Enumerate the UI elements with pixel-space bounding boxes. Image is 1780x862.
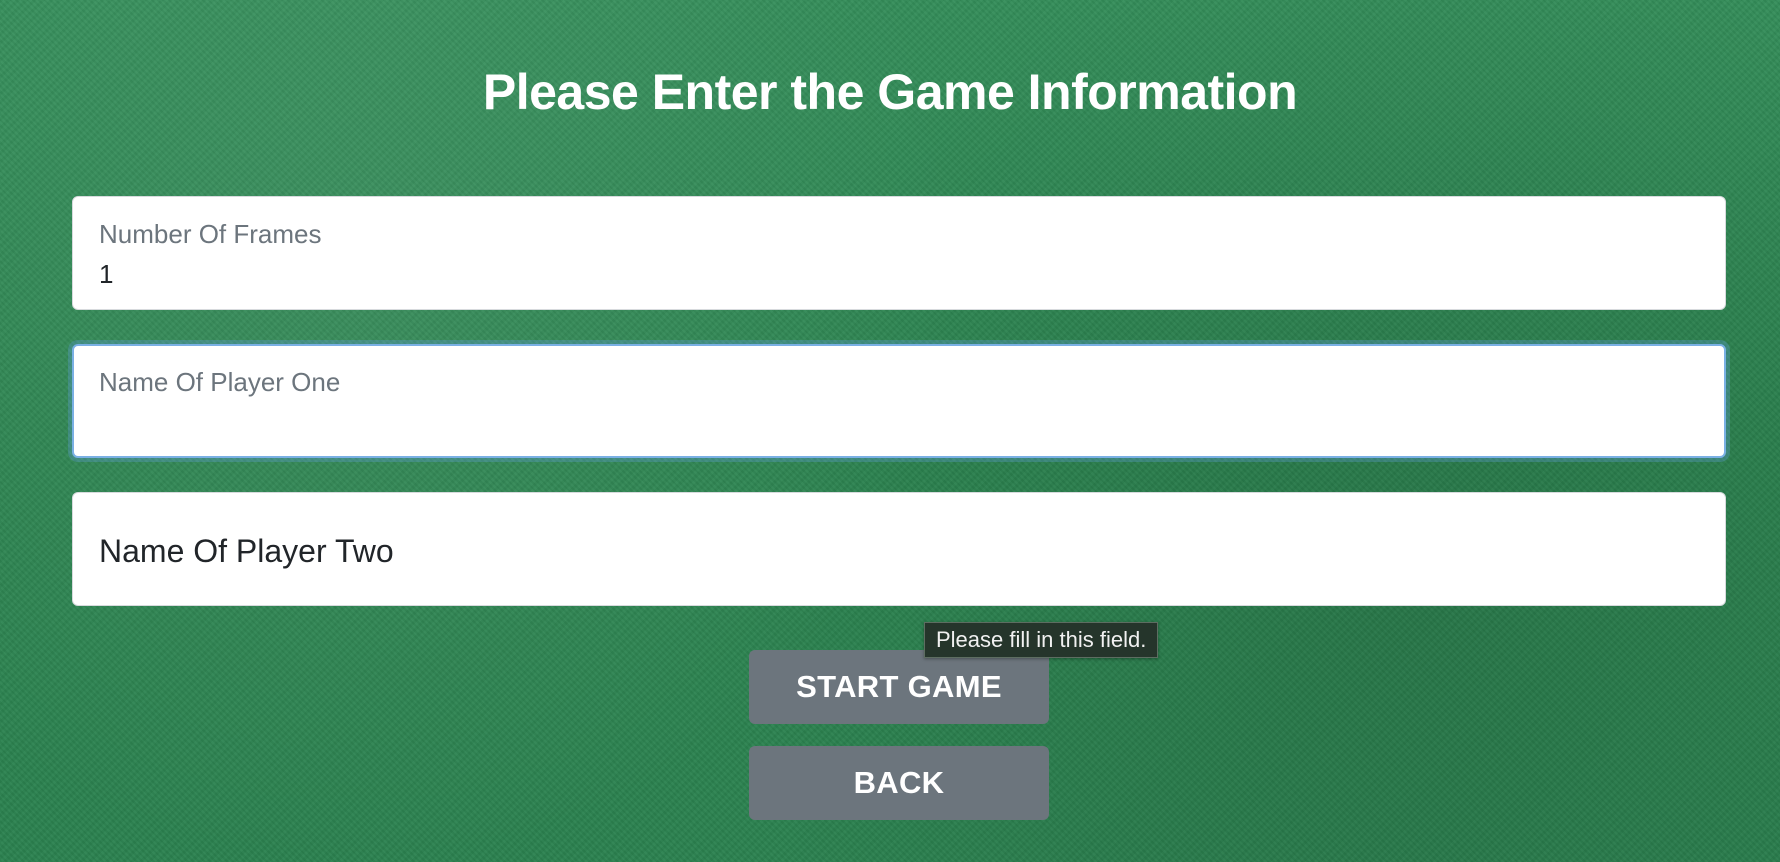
validation-tooltip: Please fill in this field.	[924, 622, 1159, 658]
number-of-frames-label: Number Of Frames	[99, 219, 322, 249]
number-of-frames-value: 1	[99, 259, 114, 289]
start-game-button[interactable]: START GAME	[749, 650, 1049, 724]
page-title: Please Enter the Game Information	[482, 64, 1298, 120]
player-one-name-field[interactable]: Name Of Player One	[72, 344, 1726, 458]
player-two-name-placeholder: Name Of Player Two	[99, 533, 394, 569]
back-button[interactable]: BACK	[749, 746, 1049, 820]
player-one-name-label: Name Of Player One	[99, 367, 341, 397]
number-of-frames-field[interactable]: Number Of Frames 1	[72, 196, 1726, 310]
player-two-name-field[interactable]: Name Of Player Two	[72, 492, 1726, 606]
